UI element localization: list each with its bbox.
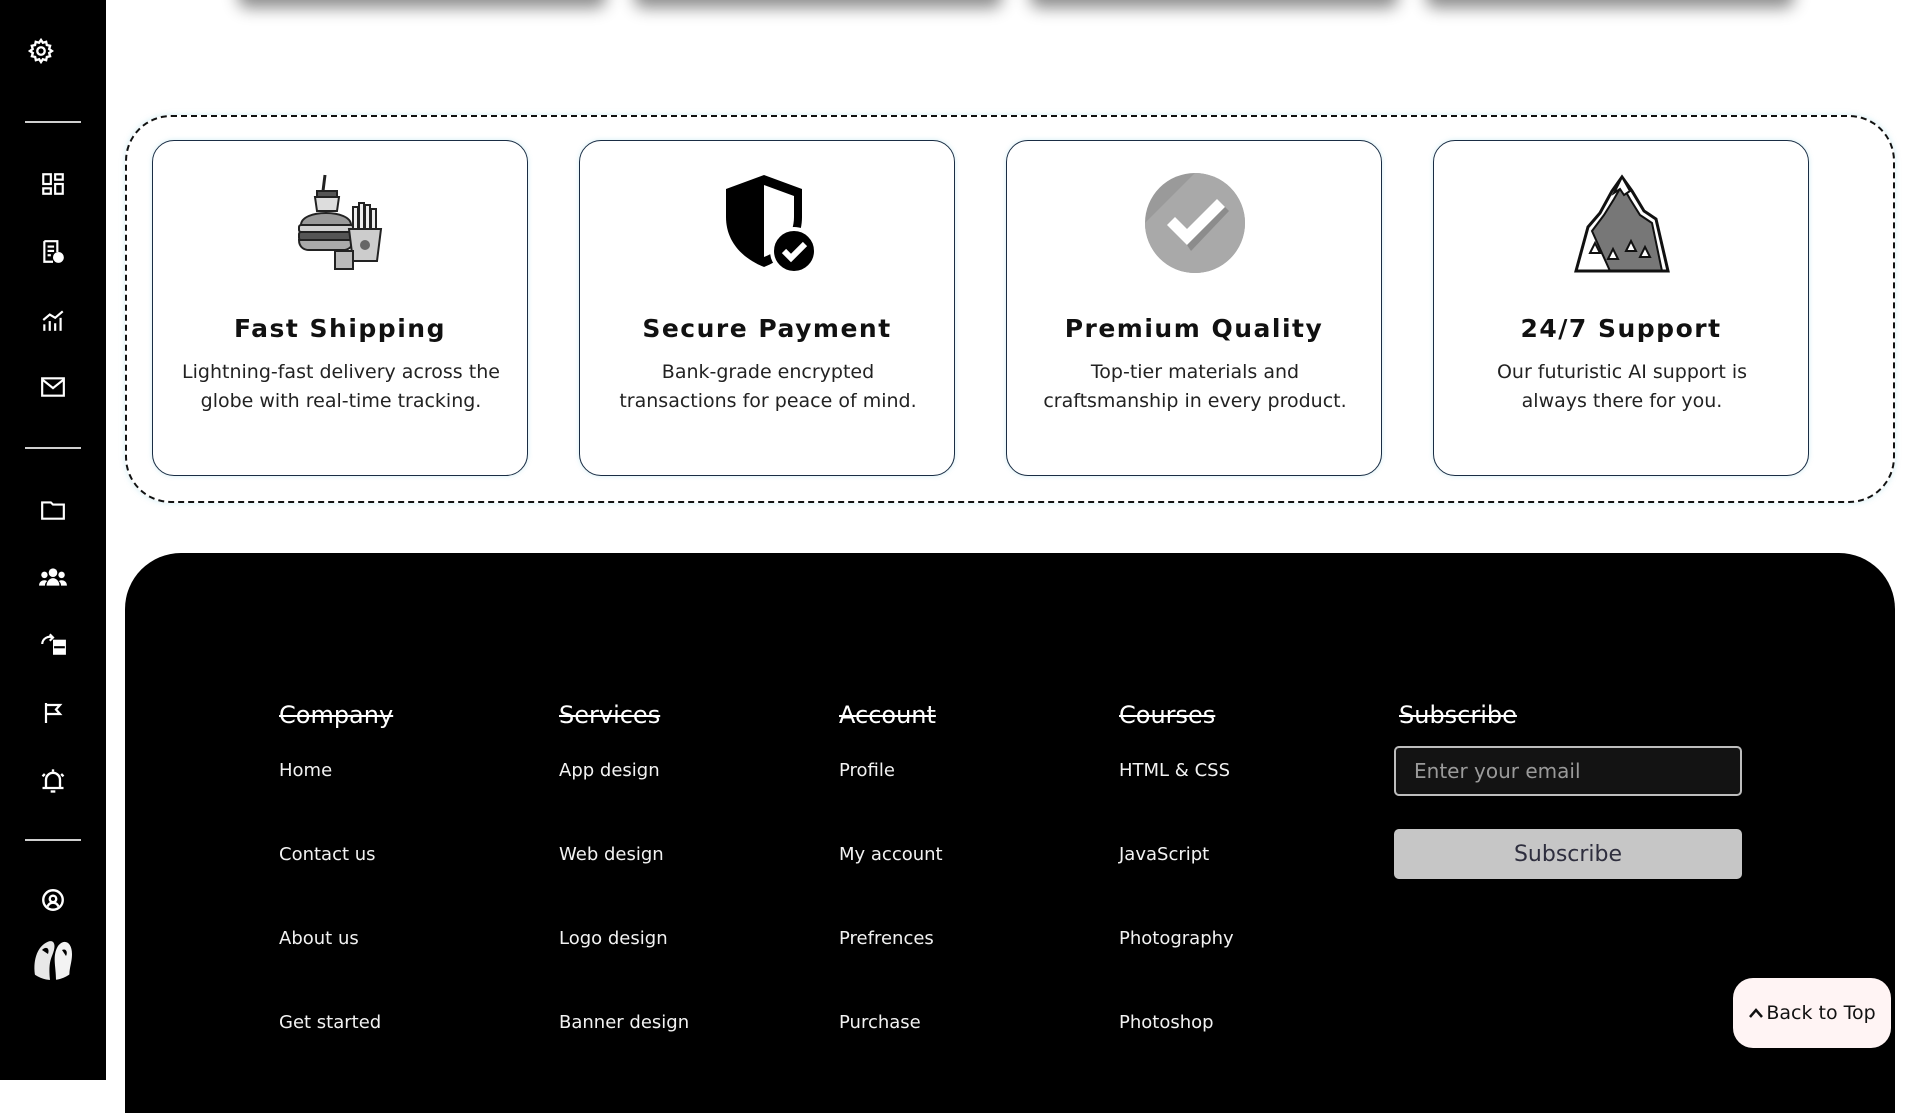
footer-link[interactable]: Prefrences bbox=[839, 925, 943, 1009]
feature-description: Our futuristic AI support is always ther… bbox=[1496, 361, 1748, 412]
footer-link[interactable]: My account bbox=[839, 841, 943, 925]
feature-card: Premium Quality Top-tier materials and c… bbox=[1006, 140, 1382, 476]
feature-card: 24/7 Support Our futuristic AI support i… bbox=[1433, 140, 1809, 476]
footer-heading: Subscribe bbox=[1399, 701, 1517, 729]
feature-description: Bank-grade encrypted transactions for pe… bbox=[619, 361, 917, 412]
feature-card: Fast Shipping Lightning-fast delivery ac… bbox=[152, 140, 528, 476]
footer-link[interactable]: HTML & CSS bbox=[1119, 757, 1234, 841]
footer-link[interactable]: Home bbox=[279, 757, 393, 841]
subscribe-button[interactable]: Subscribe bbox=[1394, 829, 1742, 879]
footer-link[interactable]: Banner design bbox=[559, 1009, 689, 1093]
feature-description: Top-tier materials and craftsmanship in … bbox=[1043, 361, 1347, 412]
folder-icon[interactable] bbox=[0, 496, 106, 524]
feature-title: Premium Quality bbox=[1064, 314, 1324, 343]
settings-icon[interactable] bbox=[0, 36, 94, 66]
footer-heading: Company bbox=[279, 701, 394, 729]
feature-title: Secure Payment bbox=[642, 314, 892, 343]
feature-title: Fast Shipping bbox=[234, 314, 446, 343]
footer-heading: Account bbox=[839, 701, 936, 729]
sidebar bbox=[0, 0, 106, 1080]
tasks-icon[interactable] bbox=[0, 630, 106, 658]
mountain-icon bbox=[1570, 171, 1674, 275]
team-icon[interactable] bbox=[0, 563, 106, 591]
report-icon[interactable] bbox=[0, 238, 106, 266]
footer-column-services: Services App design Web design Logo desi… bbox=[559, 701, 689, 1093]
chevron-up-icon bbox=[1749, 1008, 1764, 1018]
footer-link[interactable]: JavaScript bbox=[1119, 841, 1234, 925]
footer-column-account: Account Profile My account Prefrences Pu… bbox=[839, 701, 943, 1093]
footer-link[interactable]: Photography bbox=[1119, 925, 1234, 1009]
footer-link[interactable]: Get started bbox=[279, 1009, 393, 1093]
checkmark-circle-icon bbox=[1143, 171, 1247, 275]
footer-link[interactable]: Logo design bbox=[559, 925, 689, 1009]
footer-link[interactable]: Photoshop bbox=[1119, 1009, 1234, 1093]
feature-description: Lightning-fast delivery across the globe… bbox=[182, 361, 500, 412]
back-to-top-button[interactable]: Back to Top bbox=[1733, 978, 1891, 1048]
footer-link[interactable]: App design bbox=[559, 757, 689, 841]
email-input[interactable] bbox=[1394, 746, 1742, 796]
alarm-icon[interactable] bbox=[0, 766, 106, 796]
sidebar-divider bbox=[25, 121, 81, 123]
footer-link[interactable]: Web design bbox=[559, 841, 689, 925]
footer-heading: Courses bbox=[1119, 701, 1216, 729]
footer-link[interactable]: Profile bbox=[839, 757, 943, 841]
back-to-top-label: Back to Top bbox=[1766, 1002, 1876, 1024]
sidebar-divider bbox=[25, 839, 81, 841]
footer-link[interactable]: Purchase bbox=[839, 1009, 943, 1093]
fast-food-icon bbox=[289, 171, 393, 275]
shield-check-icon bbox=[716, 171, 820, 275]
sidebar-divider bbox=[25, 447, 81, 449]
footer-column-company: Company Home Contact us About us Get sta… bbox=[279, 701, 393, 1093]
support-icon[interactable] bbox=[0, 887, 106, 913]
footer-link[interactable]: About us bbox=[279, 925, 393, 1009]
footer: Company Home Contact us About us Get sta… bbox=[125, 553, 1895, 1113]
dashboard-icon[interactable] bbox=[0, 170, 106, 198]
analytics-icon[interactable] bbox=[0, 306, 106, 334]
footer-column-courses: Courses HTML & CSS JavaScript Photograph… bbox=[1119, 701, 1234, 1093]
feature-title: 24/7 Support bbox=[1520, 314, 1722, 343]
flag-icon[interactable] bbox=[0, 699, 106, 727]
footer-heading: Services bbox=[559, 701, 661, 729]
mail-icon[interactable] bbox=[0, 373, 106, 401]
user-avatar[interactable] bbox=[22, 920, 82, 980]
footer-link[interactable]: Contact us bbox=[279, 841, 393, 925]
feature-card: Secure Payment Bank-grade encrypted tran… bbox=[579, 140, 955, 476]
